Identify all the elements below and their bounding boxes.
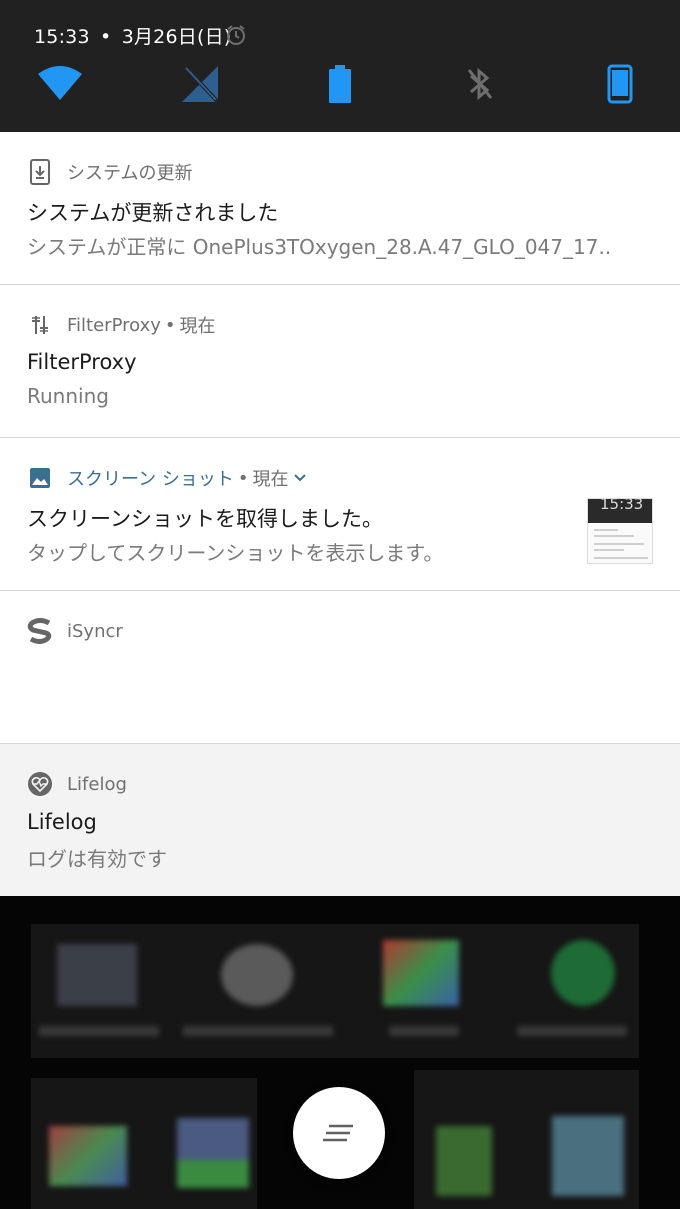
- notification-isyncr[interactable]: iSyncr: [0, 591, 680, 744]
- quick-settings-header: 15:33 • 3月26日(日): [0, 0, 680, 132]
- blurred-app-icon: [57, 944, 137, 1006]
- thumbnail-clock: 15:33: [600, 498, 644, 513]
- clock: 15:33: [34, 26, 90, 48]
- clear-all-icon: [323, 1124, 353, 1142]
- battery-icon: [329, 65, 351, 103]
- isyncr-logo-icon: [27, 618, 53, 644]
- notification-lifelog[interactable]: Lifelog Lifelog ログは有効です: [0, 744, 680, 896]
- system-update-icon: [27, 159, 53, 185]
- notification-screenshot[interactable]: スクリーン ショット • 現在 スクリーンショットを取得しました。 タップしてス…: [0, 438, 680, 591]
- blurred-app-icon: [552, 1116, 624, 1196]
- notification-system-update[interactable]: システムの更新 システムが更新されました システムが正常に OnePlus3TO…: [0, 132, 680, 285]
- date: 3月26日(日): [121, 26, 232, 48]
- filter-icon: [27, 312, 53, 338]
- notification-title: Lifelog: [27, 810, 97, 834]
- bluetooth-tile[interactable]: [456, 62, 504, 106]
- blurred-app-icon: [436, 1126, 492, 1196]
- blurred-app-icon: [551, 940, 615, 1006]
- mobile-data-tile[interactable]: [176, 62, 224, 106]
- notification-title: スクリーンショットを取得しました。: [27, 507, 383, 531]
- mobile-data-off-icon: [182, 66, 220, 104]
- notification-text: システムが正常に OnePlus3TOxygen_28.A.47_GLO_047…: [27, 235, 612, 259]
- wifi-icon: [38, 66, 82, 100]
- phone-icon: [607, 64, 633, 104]
- notification-header: スクリーン ショット • 現在: [27, 465, 307, 491]
- alarm-icon: [225, 24, 247, 46]
- app-name: スクリーン ショット: [67, 469, 234, 490]
- notification-time: 現在: [179, 316, 216, 337]
- blurred-app-icon: [49, 1126, 127, 1186]
- app-name: iSyncr: [67, 620, 123, 642]
- chevron-down-icon[interactable]: [294, 474, 307, 482]
- wifi-tile[interactable]: [36, 62, 84, 106]
- notification-header: iSyncr: [27, 618, 123, 644]
- notification-title: システムが更新されました: [27, 201, 279, 225]
- notification-text: タップしてスクリーンショットを表示します。: [27, 541, 444, 565]
- app-name: FilterProxy: [67, 314, 161, 336]
- app-name: システムの更新: [67, 163, 193, 184]
- blurred-app-icon: [383, 940, 459, 1006]
- image-icon: [27, 465, 53, 491]
- blurred-app-icon: [221, 944, 293, 1006]
- blurred-app-icon: [177, 1118, 249, 1188]
- app-name: Lifelog: [67, 773, 127, 795]
- notification-header: システムの更新: [27, 159, 192, 185]
- bluetooth-icon: [467, 67, 493, 101]
- battery-tile[interactable]: [316, 62, 364, 106]
- notification-filterproxy[interactable]: FilterProxy • 現在 FilterProxy Running: [0, 285, 680, 438]
- notification-title: FilterProxy: [27, 350, 137, 374]
- notification-time: 現在: [252, 469, 289, 490]
- lifelog-heart-icon: [27, 771, 53, 797]
- notification-header: FilterProxy • 現在: [27, 312, 216, 338]
- screenshot-thumbnail[interactable]: 15:33: [587, 498, 653, 564]
- status-clock-date: 15:33 • 3月26日(日): [34, 26, 232, 48]
- phone-tile[interactable]: [596, 62, 644, 106]
- notification-header: Lifelog: [27, 771, 127, 797]
- notification-text: Running: [27, 384, 109, 408]
- notification-text: ログは有効です: [27, 847, 167, 871]
- clear-all-button[interactable]: [293, 1087, 385, 1179]
